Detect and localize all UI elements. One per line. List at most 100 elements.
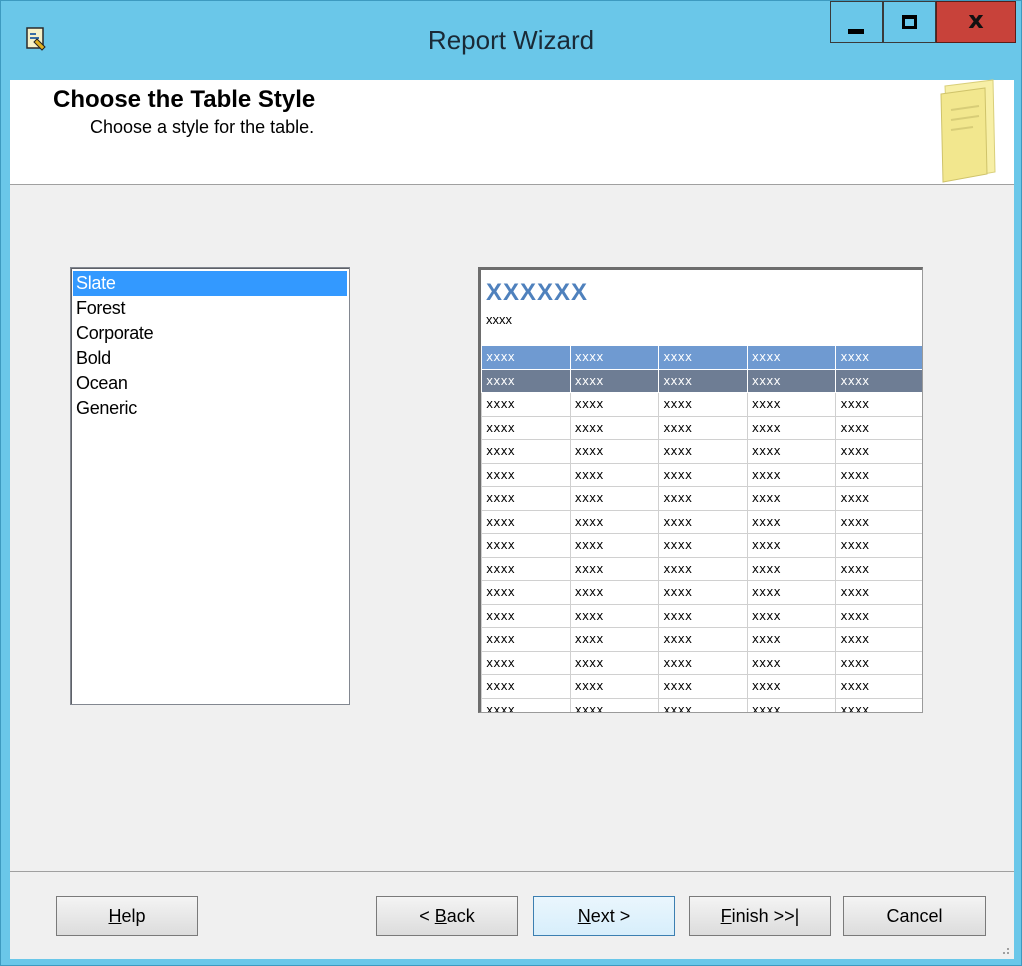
style-option-generic[interactable]: Generic	[73, 396, 347, 421]
maximize-icon	[902, 15, 917, 29]
preview-table-cell: xxxx	[658, 580, 748, 605]
style-preview: XXXXXX xxxx xxxx xxxx xxxx xxxx xxxx xxxx xxxx…	[478, 267, 923, 713]
preview-table-cell: xxxx	[481, 697, 571, 712]
preview-table-cell: xxxx	[746, 392, 837, 417]
preview-table-cell: xxxx	[746, 486, 837, 511]
preview-table-cell: xxxx	[569, 415, 660, 440]
preview-table-cell: xxxx	[569, 650, 660, 675]
preview-table-cell: xxxx	[746, 556, 837, 581]
style-option-slate[interactable]: Slate	[73, 271, 347, 296]
wizard-header: Choose the Table Style Choose a style fo…	[10, 79, 1014, 185]
preview-table-cell: xxxx	[835, 627, 922, 652]
preview-table-cell: xxxx	[569, 533, 660, 558]
preview-table: xxxx xxxx xxxx xxxx xxxx xxxx xxxx xxxx xxxx xxxx…	[481, 345, 922, 712]
preview-table-cell: xxxx	[658, 556, 748, 581]
page-subtitle: Choose a style for the table.	[90, 117, 315, 137]
preview-table-cell: xxxx	[481, 345, 571, 370]
wizard-footer: Help < Back Next > Finish >>| Cancel	[10, 871, 1014, 959]
preview-table-cell: xxxx	[569, 674, 660, 699]
preview-table-cell: xxxx	[835, 486, 922, 511]
minimize-button[interactable]	[830, 1, 883, 43]
preview-table-cell: xxxx	[481, 650, 571, 675]
preview-table-cell: xxxx	[835, 509, 922, 534]
preview-table-row: xxxx xxxx xxxx xxxx xxxx	[481, 580, 922, 605]
maximize-button[interactable]	[883, 1, 936, 43]
preview-table-cell: xxxx	[746, 627, 837, 652]
preview-table-cell: xxxx	[746, 345, 837, 370]
preview-table-row: xxxx xxxx xxxx xxxx xxxx	[481, 650, 922, 675]
preview-table-cell: xxxx	[569, 486, 660, 511]
close-icon: x	[968, 6, 984, 34]
preview-table-cell: xxxx	[658, 697, 748, 712]
preview-table-cell: xxxx	[481, 415, 571, 440]
preview-table-cell: xxxx	[835, 462, 922, 487]
finish-button[interactable]: Finish >>|	[689, 896, 831, 936]
preview-table-cell: xxxx	[569, 439, 660, 464]
preview-table-cell: xxxx	[481, 439, 571, 464]
preview-table-cell: xxxx	[658, 603, 748, 628]
wizard-body: Slate Forest Corporate Bold Ocean Generic XXX…	[10, 185, 1014, 871]
page-title: Choose the Table Style	[53, 86, 316, 113]
style-option-corporate[interactable]: Corporate	[73, 321, 347, 346]
style-option-ocean[interactable]: Ocean	[73, 371, 347, 396]
preview-table-cell: xxxx	[835, 368, 922, 393]
preview-table-row: xxxx xxxx xxxx xxxx xxxx	[481, 533, 922, 558]
preview-table-cell: xxxx	[746, 439, 837, 464]
back-button[interactable]: < Back	[376, 896, 518, 936]
preview-table-cell: xxxx	[658, 415, 748, 440]
preview-table-cell: xxxx	[658, 627, 748, 652]
preview-table-cell: xxxx	[481, 580, 571, 605]
preview-table-cell: xxxx	[658, 533, 748, 558]
preview-table-cell: xxxx	[569, 603, 660, 628]
preview-table-cell: xxxx	[569, 509, 660, 534]
preview-table-cell: xxxx	[569, 697, 660, 712]
preview-table-cell: xxxx	[569, 368, 660, 393]
preview-table-row: xxxx xxxx xxxx xxxx xxxx	[481, 345, 922, 370]
next-button[interactable]: Next >	[533, 896, 675, 936]
preview-table-cell: xxxx	[746, 368, 837, 393]
preview-table-cell: xxxx	[746, 509, 837, 534]
preview-table-cell: xxxx	[658, 439, 748, 464]
preview-table-cell: xxxx	[569, 556, 660, 581]
preview-table-cell: xxxx	[835, 603, 922, 628]
preview-table-row: xxxx xxxx xxxx xxxx xxxx	[481, 392, 922, 417]
preview-table-cell: xxxx	[658, 368, 748, 393]
cancel-button[interactable]: Cancel	[843, 896, 986, 936]
preview-table-cell: xxxx	[746, 697, 837, 712]
preview-table-row: xxxx xxxx xxxx xxxx xxxx	[481, 603, 922, 628]
report-wizard-window: Report Wizard x Choose the Table Style C…	[0, 0, 1022, 966]
preview-table-cell: xxxx	[835, 345, 922, 370]
help-button[interactable]: Help	[56, 896, 198, 936]
preview-table-cell: xxxx	[835, 415, 922, 440]
preview-table-cell: xxxx	[658, 650, 748, 675]
preview-table-cell: xxxx	[569, 345, 660, 370]
preview-table-cell: xxxx	[835, 674, 922, 699]
preview-table-row: xxxx xxxx xxxx xxxx xxxx	[481, 674, 922, 699]
preview-table-cell: xxxx	[481, 486, 571, 511]
style-option-forest[interactable]: Forest	[73, 296, 347, 321]
table-style-listbox[interactable]: Slate Forest Corporate Bold Ocean Generic	[70, 267, 350, 705]
preview-table-cell: xxxx	[481, 556, 571, 581]
title-bar[interactable]: Report Wizard x	[1, 1, 1021, 80]
preview-table-cell: xxxx	[835, 533, 922, 558]
preview-table-row: xxxx xxxx xxxx xxxx xxxx	[481, 368, 922, 393]
preview-table-cell: xxxx	[481, 603, 571, 628]
preview-table-cell: xxxx	[658, 486, 748, 511]
preview-table-cell: xxxx	[569, 392, 660, 417]
preview-table-row: xxxx xxxx xxxx xxxx xxxx	[481, 556, 922, 581]
resize-grip-icon[interactable]	[998, 943, 1010, 955]
preview-table-cell: xxxx	[658, 509, 748, 534]
preview-table-cell: xxxx	[746, 415, 837, 440]
preview-table-row: xxxx xxxx xxxx xxxx xxxx	[481, 439, 922, 464]
preview-table-row: xxxx xxxx xxxx xxxx xxxx	[481, 415, 922, 440]
preview-table-row: xxxx xxxx xxxx xxxx xxxx	[481, 509, 922, 534]
preview-table-cell: xxxx	[481, 392, 571, 417]
style-option-bold[interactable]: Bold	[73, 346, 347, 371]
preview-table-row: xxxx xxxx xxxx xxxx xxxx	[481, 462, 922, 487]
preview-title: XXXXXX	[486, 279, 589, 306]
preview-table-row: xxxx xxxx xxxx xxxx xxxx	[481, 697, 922, 712]
preview-table-cell: xxxx	[658, 674, 748, 699]
preview-table-row: xxxx xxxx xxxx xxxx xxxx	[481, 486, 922, 511]
preview-table-cell: xxxx	[835, 650, 922, 675]
close-button[interactable]: x	[936, 1, 1016, 43]
